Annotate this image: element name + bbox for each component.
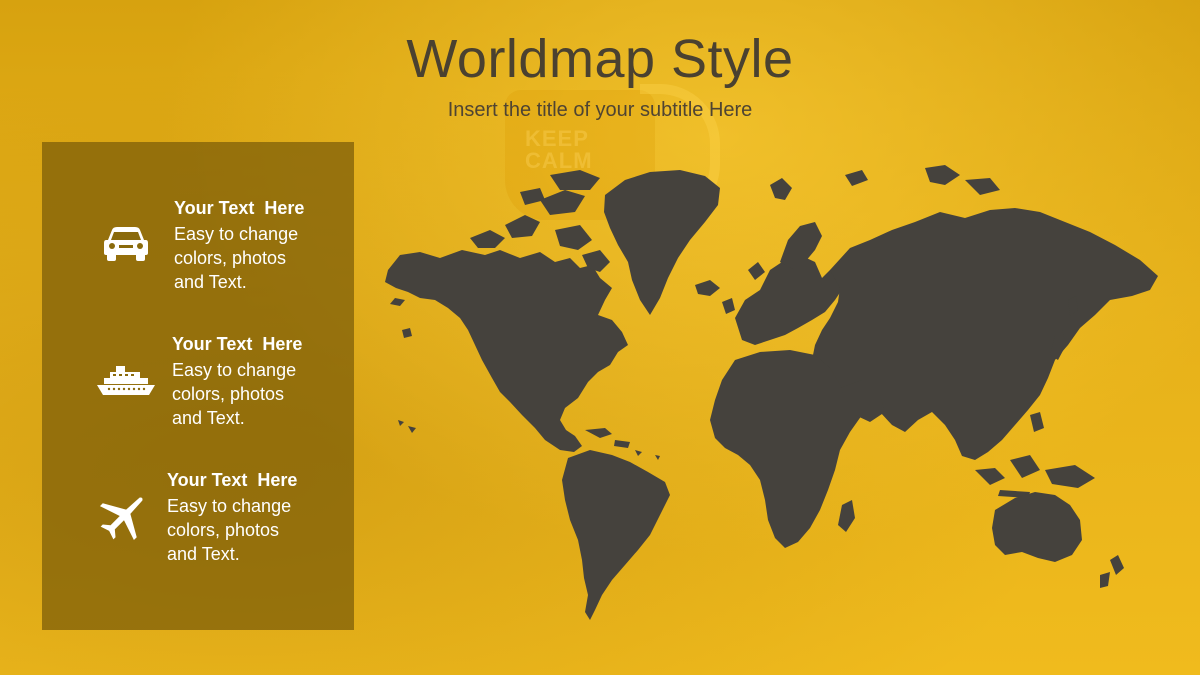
- south-america-shape: [562, 450, 670, 620]
- world-map: [385, 165, 1158, 620]
- panel-item-ship: Your Text Here Easy to change colors, ph…: [172, 332, 302, 430]
- panel-item-description: Easy to change colors, photos and Text.: [167, 496, 292, 564]
- panel-item-description: Easy to change colors, photos and Text.: [172, 360, 297, 428]
- slide-title: Worldmap Style: [406, 29, 794, 89]
- australia-shape: [992, 492, 1082, 562]
- north-america-shape: [385, 250, 628, 452]
- panel-item-title: Your Text Here: [167, 470, 298, 490]
- panel-item-airplane: Your Text Here Easy to change colors, ph…: [167, 468, 297, 566]
- asia-shape: [812, 208, 1158, 460]
- panel-item-car: Your Text Here Easy to change colors, ph…: [174, 196, 304, 294]
- panel-item-title: Your Text Here: [172, 334, 303, 354]
- ship-icon: [97, 366, 155, 395]
- panel-item-description: Easy to change colors, photos and Text.: [174, 224, 299, 292]
- slide-subtitle: Insert the title of your subtitle Here: [447, 99, 753, 121]
- airplane-icon: [99, 497, 143, 541]
- panel-item-title: Your Text Here: [174, 198, 305, 218]
- car-icon: [104, 227, 148, 261]
